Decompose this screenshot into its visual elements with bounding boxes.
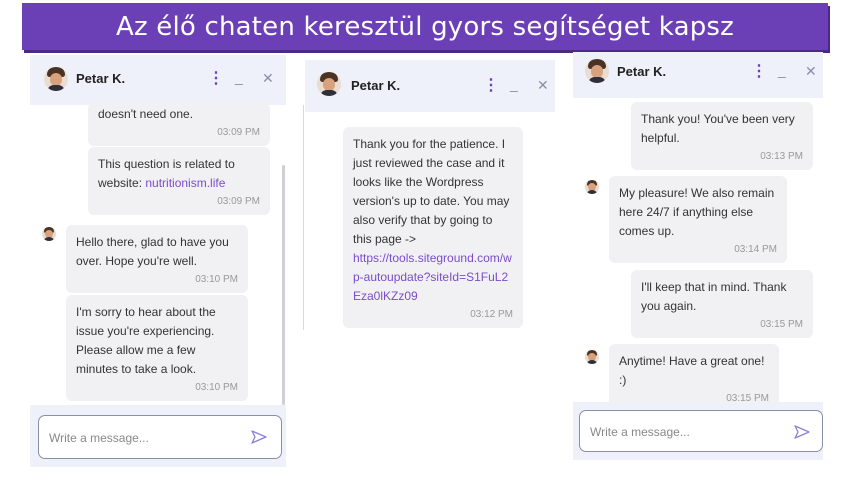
message-text: I'll keep that in mind. Thank you again. — [641, 280, 787, 313]
message-time: 03:10 PM — [195, 274, 238, 285]
minimize-icon[interactable]: _ — [778, 62, 786, 78]
minimize-icon[interactable]: _ — [510, 76, 518, 92]
agent-avatar — [585, 59, 609, 83]
chat-panel-2: Petar K. ⋮ _ ✕ Thank you for the patienc… — [305, 60, 555, 340]
message-text: Thank you for the patience. I just revie… — [353, 137, 510, 246]
message-time: 03:12 PM — [470, 309, 513, 320]
banner: Az élő chaten keresztül gyors segítséget… — [22, 3, 828, 50]
message-time: 03:09 PM — [217, 127, 260, 138]
message-bubble: Thank you! You've been very helpful. 03:… — [631, 102, 813, 170]
message-bubble: Hello there, glad to have you over. Hope… — [66, 225, 248, 293]
kebab-icon[interactable]: ⋮ — [751, 61, 767, 81]
message-input-box[interactable] — [579, 410, 823, 452]
message-time: 03:10 PM — [195, 382, 238, 393]
chat-footer — [573, 402, 823, 460]
agent-avatar — [44, 67, 68, 91]
chat-header: Petar K. ⋮ _ ✕ — [30, 55, 286, 105]
message-time: 03:09 PM — [217, 196, 260, 207]
message-bubble: doesn't need one. 03:09 PM — [88, 103, 270, 146]
kebab-icon[interactable]: ⋮ — [208, 68, 224, 88]
agent-avatar — [317, 72, 341, 96]
message-time: 03:13 PM — [760, 151, 803, 162]
chat-panel-3: Petar K. ⋮ _ ✕ Thank you! You've been ve… — [573, 52, 823, 460]
message-text: I'm sorry to hear about the issue you're… — [76, 305, 216, 376]
message-text: Hello there, glad to have you over. Hope… — [76, 235, 229, 268]
message-input[interactable] — [49, 429, 219, 447]
panel-divider — [303, 105, 304, 330]
banner-title: Az élő chaten keresztül gyors segítséget… — [115, 11, 735, 42]
agent-avatar-small — [42, 227, 56, 241]
message-input-box[interactable] — [38, 415, 282, 459]
message-bubble: I'm sorry to hear about the issue you're… — [66, 295, 248, 401]
message-time: 03:14 PM — [734, 244, 777, 255]
website-link[interactable]: nutritionism.life — [145, 176, 225, 190]
chat-footer — [30, 405, 286, 467]
chat-panel-1: Petar K. ⋮ _ ✕ doesn't need one. 03:09 P… — [30, 55, 286, 467]
message-text: Thank you! You've been very helpful. — [641, 112, 795, 145]
message-bubble: My pleasure! We also remain here 24/7 if… — [609, 176, 787, 263]
kebab-icon[interactable]: ⋮ — [483, 75, 499, 95]
close-icon[interactable]: ✕ — [537, 77, 549, 94]
agent-name: Petar K. — [76, 71, 126, 86]
message-text: Anytime! Have a great one! :) — [619, 354, 765, 387]
minimize-icon[interactable]: _ — [235, 69, 243, 85]
scrollbar[interactable] — [282, 165, 285, 405]
message-bubble: I'll keep that in mind. Thank you again.… — [631, 270, 813, 338]
message-input[interactable] — [590, 423, 760, 441]
chat-header: Petar K. ⋮ _ ✕ — [305, 60, 555, 112]
message-bubble: Thank you for the patience. I just revie… — [343, 127, 523, 328]
agent-name: Petar K. — [617, 64, 667, 79]
message-text: My pleasure! We also remain here 24/7 if… — [619, 186, 775, 238]
close-icon[interactable]: ✕ — [805, 63, 817, 80]
message-text: doesn't need one. — [98, 107, 194, 121]
autoupdate-link[interactable]: https://tools.siteground.com/wp-autoupda… — [353, 251, 512, 303]
chat-header: Petar K. ⋮ _ ✕ — [573, 52, 823, 98]
agent-avatar-small — [585, 180, 599, 194]
send-icon[interactable] — [794, 425, 810, 439]
message-bubble: This question is related to website: nut… — [88, 147, 270, 215]
message-time: 03:15 PM — [760, 319, 803, 330]
agent-name: Petar K. — [351, 78, 401, 93]
send-icon[interactable] — [251, 430, 267, 444]
close-icon[interactable]: ✕ — [262, 70, 274, 87]
agent-avatar-small — [585, 350, 599, 364]
